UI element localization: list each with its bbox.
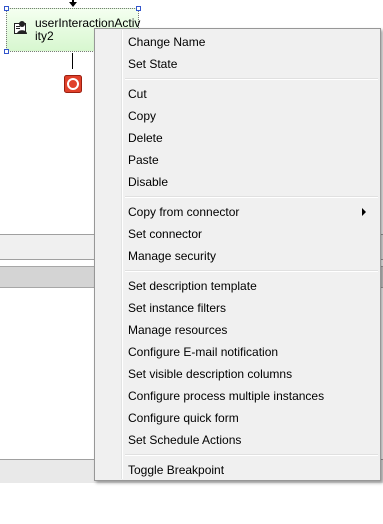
submenu-arrow-icon	[362, 208, 366, 216]
menu-item-configure-email-notification[interactable]: Configure E-mail notification	[97, 341, 378, 363]
menu-item-label: Set connector	[128, 227, 203, 241]
menu-separator	[125, 454, 378, 456]
selection-handle[interactable]	[4, 6, 9, 11]
selection-handle[interactable]	[4, 49, 9, 54]
menu-item-label: Set instance filters	[128, 301, 227, 315]
menu-item-copy-from-connector[interactable]: Copy from connector	[97, 201, 378, 223]
menu-separator	[125, 78, 378, 80]
outgoing-connector[interactable]	[72, 53, 73, 69]
menu-item-cut[interactable]: Cut	[97, 83, 378, 105]
menu-item-configure-quick-form[interactable]: Configure quick form	[97, 407, 378, 429]
menu-item-label: Disable	[128, 175, 169, 189]
menu-item-label: Cut	[128, 87, 147, 101]
menu-separator	[125, 270, 378, 272]
menu-item-configure-process-multiple-instances[interactable]: Configure process multiple instances	[97, 385, 378, 407]
selection-handle[interactable]	[136, 6, 141, 11]
menu-item-manage-resources[interactable]: Manage resources	[97, 319, 378, 341]
menu-item-set-description-template[interactable]: Set description template	[97, 275, 378, 297]
menu-item-label: Copy from connector	[128, 205, 240, 219]
menu-item-label: Configure E-mail notification	[128, 345, 279, 359]
menu-item-set-connector[interactable]: Set connector	[97, 223, 378, 245]
context-menu: Change Name Set State Cut Copy Delete Pa…	[94, 28, 381, 481]
menu-item-label: Configure quick form	[128, 411, 239, 425]
menu-item-paste[interactable]: Paste	[97, 149, 378, 171]
menu-item-label: Copy	[128, 109, 157, 123]
menu-item-label: Set State	[128, 57, 178, 71]
connector-arrow-icon	[69, 2, 77, 7]
user-interaction-icon	[14, 21, 27, 34]
menu-item-label: Paste	[128, 153, 159, 167]
menu-item-set-instance-filters[interactable]: Set instance filters	[97, 297, 378, 319]
menu-item-label: Manage resources	[128, 323, 228, 337]
menu-item-label: Delete	[128, 131, 163, 145]
stop-event-icon[interactable]	[64, 75, 82, 93]
menu-item-set-visible-description-columns[interactable]: Set visible description columns	[97, 363, 378, 385]
menu-item-label: Set visible description columns	[128, 367, 293, 381]
menu-item-toggle-breakpoint[interactable]: Toggle Breakpoint	[97, 459, 378, 481]
menu-item-set-schedule-actions[interactable]: Set Schedule Actions	[97, 429, 378, 451]
menu-item-set-state[interactable]: Set State	[97, 53, 378, 75]
menu-item-label: Set description template	[128, 279, 257, 293]
menu-item-label: Toggle Breakpoint	[128, 463, 225, 477]
menu-item-copy[interactable]: Copy	[97, 105, 378, 127]
menu-item-label: Change Name	[128, 35, 206, 49]
menu-item-label: Configure process multiple instances	[128, 389, 325, 403]
menu-item-disable[interactable]: Disable	[97, 171, 378, 193]
menu-item-label: Set Schedule Actions	[128, 433, 242, 447]
menu-item-manage-security[interactable]: Manage security	[97, 245, 378, 267]
menu-item-delete[interactable]: Delete	[97, 127, 378, 149]
menu-item-label: Manage security	[128, 249, 217, 263]
menu-separator	[125, 196, 378, 198]
menu-item-change-name[interactable]: Change Name	[97, 31, 378, 53]
